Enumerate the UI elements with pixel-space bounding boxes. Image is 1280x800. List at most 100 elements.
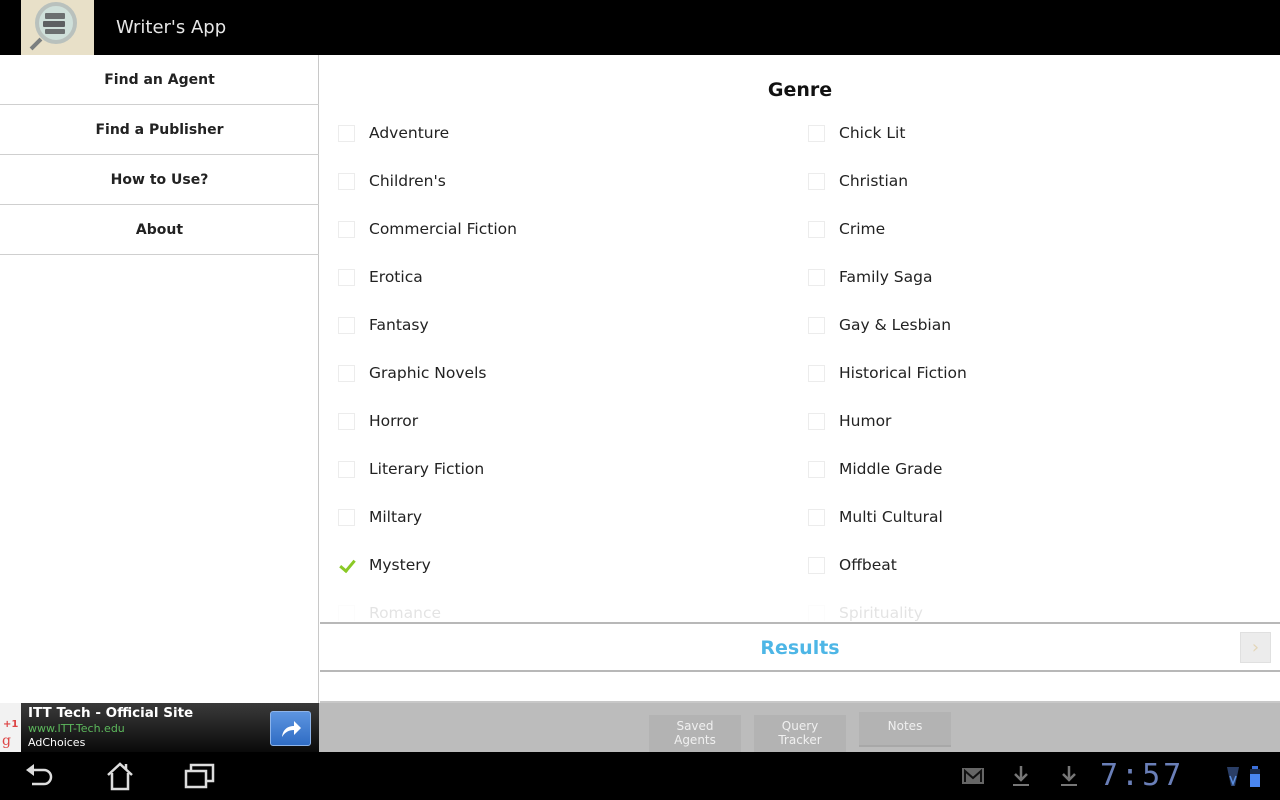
genre-label: Family Saga [839, 268, 933, 286]
gmail-icon[interactable] [960, 764, 986, 792]
checkbox[interactable] [338, 268, 355, 286]
books-magnifier-icon[interactable] [21, 0, 94, 55]
genre-label: Miltary [369, 508, 423, 526]
genre-label: Multi Cultural [839, 508, 943, 526]
sidebar-item-find-publisher[interactable]: Find a Publisher [0, 105, 319, 155]
genre-option[interactable]: Multi Cultural [806, 493, 1276, 541]
chevron-right-icon[interactable]: › [1240, 632, 1271, 663]
home-icon[interactable] [100, 760, 140, 792]
genre-label: Historical Fiction [839, 364, 967, 382]
genre-option[interactable]: Gay & Lesbian [806, 301, 1276, 349]
genre-label: Children's [369, 172, 446, 190]
genre-label: Romance [369, 604, 442, 621]
genre-list[interactable]: Adventure Children's Commercial Fiction Ero… [320, 109, 1280, 621]
checkbox[interactable] [808, 460, 825, 478]
genre-option[interactable]: Offbeat [806, 541, 1276, 589]
checkbox[interactable] [808, 412, 825, 430]
genre-label: Middle Grade [839, 460, 943, 478]
sidebar-item-about[interactable]: About [0, 205, 319, 255]
checkbox[interactable] [338, 412, 355, 430]
genre-option[interactable]: Commercial Fiction [336, 205, 806, 253]
checkbox[interactable] [338, 460, 355, 478]
results-bar: Results › [320, 622, 1280, 672]
share-arrow-icon[interactable] [270, 711, 311, 746]
wifi-icon[interactable] [1226, 764, 1240, 792]
action-bar: Writer's App [0, 0, 1280, 55]
genre-option[interactable]: Chick Lit [806, 109, 1276, 157]
checkbox[interactable] [338, 316, 355, 334]
checkbox[interactable] [808, 220, 825, 238]
genre-option[interactable]: Historical Fiction [806, 349, 1276, 397]
ad-title[interactable]: ITT Tech - Official Site [28, 705, 193, 721]
checkbox[interactable] [808, 316, 825, 334]
genre-label: Horror [369, 412, 419, 430]
bottom-tab-bar: Saved Agents Query Tracker Notes [319, 703, 1280, 752]
checkbox[interactable] [338, 172, 355, 190]
checkbox-checked[interactable] [338, 557, 355, 574]
main-panel: Genre Adventure Children's Commercial Fict… [320, 55, 1280, 703]
genre-option[interactable]: Fantasy [336, 301, 806, 349]
genre-option[interactable]: Crime [806, 205, 1276, 253]
checkbox[interactable] [808, 508, 825, 526]
ad-choices[interactable]: AdChoices [28, 736, 85, 749]
genre-option[interactable]: Mystery [336, 541, 806, 589]
download-icon[interactable] [1010, 764, 1032, 792]
genre-option[interactable]: Romance [336, 589, 806, 621]
genre-option[interactable]: Spirituality [806, 589, 1276, 621]
genre-option[interactable]: Literary Fiction [336, 445, 806, 493]
genre-label: Christian [839, 172, 909, 190]
genre-column-right: Chick Lit Christian Crime Family Saga Gay & … [806, 109, 1276, 621]
genre-label: Humor [839, 412, 892, 430]
tab-saved-agents[interactable]: Saved Agents [649, 715, 741, 752]
tab-query-tracker[interactable]: Query Tracker [754, 715, 846, 752]
google-plus-one-icon[interactable]: +1 g [0, 703, 21, 752]
checkbox[interactable] [338, 508, 355, 526]
back-icon[interactable] [20, 760, 60, 792]
battery-icon[interactable] [1248, 764, 1262, 792]
genre-heading: Genre [767, 79, 833, 101]
genre-label: Offbeat [839, 556, 897, 574]
checkbox[interactable] [338, 124, 355, 142]
genre-option[interactable]: Adventure [336, 109, 806, 157]
genre-option[interactable]: Erotica [336, 253, 806, 301]
genre-option[interactable]: Humor [806, 397, 1276, 445]
genre-option[interactable]: Horror [336, 397, 806, 445]
genre-option[interactable]: Christian [806, 157, 1276, 205]
checkbox[interactable] [808, 364, 825, 382]
genre-label: Graphic Novels [369, 364, 487, 382]
genre-label: Fantasy [369, 316, 429, 334]
system-navigation-bar [0, 752, 1280, 800]
genre-label: Mystery [369, 556, 431, 574]
checkbox[interactable] [808, 268, 825, 286]
genre-option[interactable]: Middle Grade [806, 445, 1276, 493]
tab-notes[interactable]: Notes [859, 712, 951, 747]
genre-option[interactable]: Miltary [336, 493, 806, 541]
sidebar-item-how-to-use[interactable]: How to Use? [0, 155, 319, 205]
ad-banner[interactable]: +1 g ITT Tech - Official Site www.ITT-Te… [0, 703, 319, 752]
results-area [320, 675, 1280, 703]
checkbox[interactable] [338, 604, 355, 621]
download-icon[interactable] [1058, 764, 1080, 792]
checkbox[interactable] [338, 220, 355, 238]
sidebar-item-find-agent[interactable]: Find an Agent [0, 55, 319, 105]
results-button[interactable]: Results [320, 637, 1280, 659]
genre-label: Chick Lit [839, 124, 906, 142]
genre-label: Gay & Lesbian [839, 316, 952, 334]
checkbox[interactable] [808, 604, 825, 621]
clock[interactable]: 7:57 [1100, 752, 1184, 800]
genre-option[interactable]: Family Saga [806, 253, 1276, 301]
ad-url[interactable]: www.ITT-Tech.edu [28, 722, 125, 735]
genre-label: Spirituality [839, 604, 923, 621]
app-title: Writer's App [116, 17, 227, 38]
genre-label: Adventure [369, 124, 450, 142]
recent-apps-icon[interactable] [180, 760, 220, 792]
genre-label: Literary Fiction [369, 460, 485, 478]
genre-label: Crime [839, 220, 886, 238]
checkbox[interactable] [808, 124, 825, 142]
genre-label: Commercial Fiction [369, 220, 517, 238]
checkbox[interactable] [808, 172, 825, 190]
genre-option[interactable]: Graphic Novels [336, 349, 806, 397]
checkbox[interactable] [808, 556, 825, 574]
genre-option[interactable]: Children's [336, 157, 806, 205]
checkbox[interactable] [338, 364, 355, 382]
